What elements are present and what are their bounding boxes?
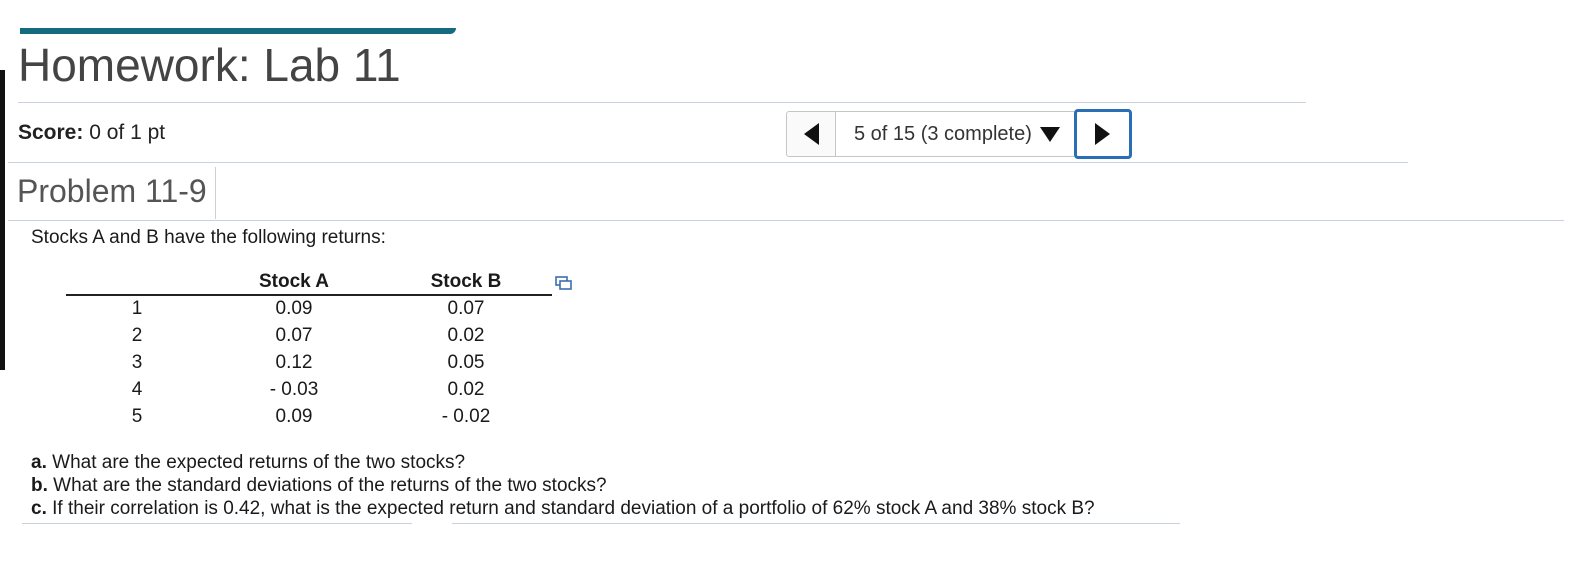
homework-title: Homework: Lab 11 bbox=[18, 39, 401, 91]
problem-title: Problem 11-9 bbox=[17, 173, 207, 209]
divider bbox=[452, 523, 1180, 524]
question-b: b. What are the standard deviations of t… bbox=[31, 475, 607, 497]
question-label: c. bbox=[31, 498, 47, 519]
score-value: 0 of 1 pt bbox=[89, 121, 166, 144]
score-display: Score: 0 of 1 pt bbox=[18, 121, 165, 145]
row-index: 4 bbox=[131, 379, 143, 400]
column-header-stock-b: Stock B bbox=[430, 271, 502, 292]
row-index: 2 bbox=[131, 325, 143, 346]
table-row: 2 0.07 0.02 bbox=[66, 325, 552, 352]
score-label: Score: bbox=[18, 121, 84, 144]
header-accent-bar bbox=[20, 28, 456, 34]
table-row: 1 0.09 0.07 bbox=[66, 298, 552, 325]
stock-b-value: - 0.02 bbox=[441, 406, 491, 427]
divider bbox=[8, 220, 1564, 221]
question-position: 5 of 15 (3 complete) bbox=[854, 122, 1032, 145]
row-index: 1 bbox=[131, 298, 143, 319]
stock-a-value: 0.12 bbox=[275, 352, 313, 373]
question-label: a. bbox=[31, 452, 47, 473]
triangle-left-icon bbox=[803, 123, 819, 145]
stock-a-value: 0.09 bbox=[275, 298, 313, 319]
table-row: 5 0.09 - 0.02 bbox=[66, 406, 552, 433]
question-label: b. bbox=[31, 475, 48, 496]
stock-b-value: 0.05 bbox=[447, 352, 485, 373]
table-row: 4 - 0.03 0.02 bbox=[66, 379, 552, 406]
stock-a-value: 0.07 bbox=[275, 325, 313, 346]
next-question-button[interactable] bbox=[1073, 109, 1132, 159]
question-selector-dropdown[interactable]: 5 of 15 (3 complete) bbox=[836, 111, 1074, 157]
question-text: What are the standard deviations of the … bbox=[47, 475, 607, 496]
row-index: 3 bbox=[131, 352, 143, 373]
stock-a-value: 0.09 bbox=[275, 406, 313, 427]
divider bbox=[22, 523, 412, 524]
table-header-rule bbox=[66, 294, 552, 296]
divider bbox=[18, 102, 1306, 103]
question-a: a. What are the expected returns of the … bbox=[31, 452, 465, 474]
left-edge-rule bbox=[0, 70, 5, 370]
question-c: c. If their correlation is 0.42, what is… bbox=[31, 498, 1095, 520]
problem-intro: Stocks A and B have the following return… bbox=[31, 227, 386, 248]
stock-a-value: - 0.03 bbox=[269, 379, 319, 400]
triangle-right-icon bbox=[1095, 123, 1111, 145]
table-row: 3 0.12 0.05 bbox=[66, 352, 552, 379]
stock-b-value: 0.02 bbox=[447, 325, 485, 346]
question-text: If their correlation is 0.42, what is th… bbox=[46, 498, 1095, 519]
stock-b-value: 0.07 bbox=[447, 298, 485, 319]
question-navigation: 5 of 15 (3 complete) bbox=[786, 109, 1132, 159]
stock-b-value: 0.02 bbox=[447, 379, 485, 400]
previous-question-button[interactable] bbox=[786, 111, 836, 157]
question-text: What are the expected returns of the two… bbox=[46, 452, 466, 473]
column-header-stock-a: Stock A bbox=[258, 271, 330, 292]
divider bbox=[8, 162, 1408, 163]
row-index: 5 bbox=[131, 406, 143, 427]
caret-down-icon bbox=[1039, 126, 1060, 142]
title-divider bbox=[215, 167, 216, 219]
copy-to-spreadsheet-icon[interactable] bbox=[555, 275, 573, 291]
